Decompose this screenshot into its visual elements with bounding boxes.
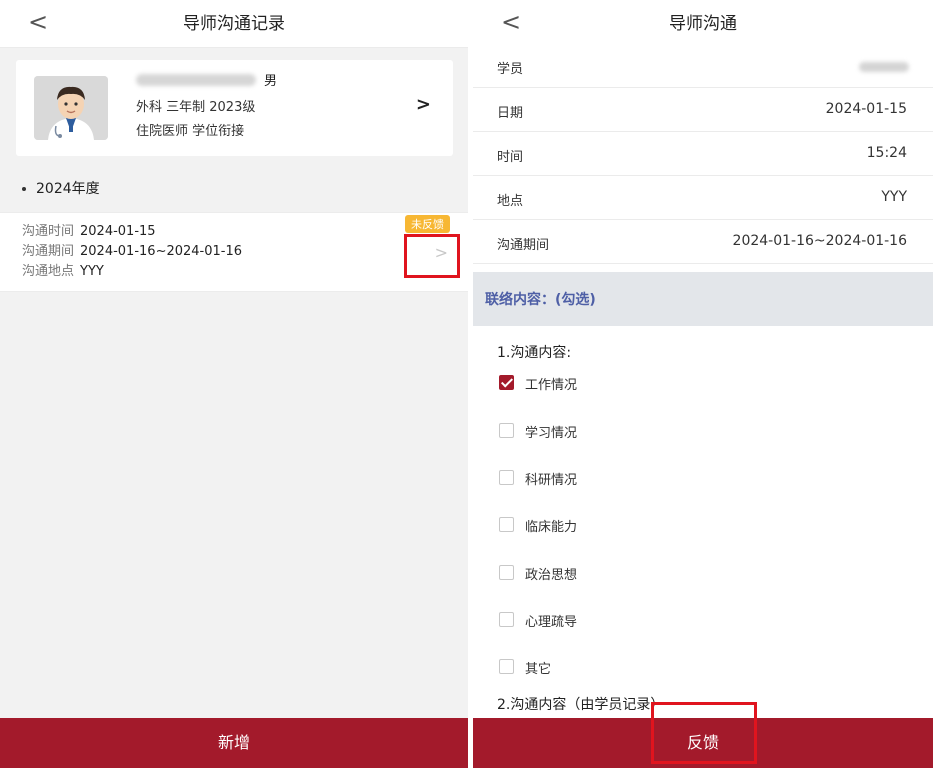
record-list-screen: < 导师沟通记录 男 外科 三年制 2023级 住院医师 学位衔接 > 2024… [0, 0, 468, 768]
option-clinical[interactable]: 临床能力 [499, 514, 799, 536]
checkbox[interactable] [499, 423, 514, 438]
year-group-header: 2024年度 [22, 178, 100, 198]
record-row-place: 沟通地点 YYY [22, 264, 104, 279]
not-feedback-badge: 未反馈 [405, 215, 450, 233]
nav-bar: < 导师沟通记录 [0, 0, 468, 48]
field-student: 学员 [473, 44, 933, 88]
checkbox[interactable] [499, 375, 514, 390]
page-title: 导师沟通记录 [183, 14, 285, 34]
record-row-period: 沟通期间 2024-01-16~2024-01-16 [22, 244, 243, 259]
checkbox[interactable] [499, 612, 514, 627]
student-sex: 男 [264, 74, 278, 89]
field-place: 地点 YYY [473, 176, 933, 220]
option-research[interactable]: 科研情况 [499, 467, 799, 489]
student-name-redacted [859, 62, 909, 72]
chevron-right-icon: > [415, 94, 431, 115]
field-period: 沟通期间 2024-01-16~2024-01-16 [473, 220, 933, 264]
option-psychological[interactable]: 心理疏导 [499, 609, 799, 631]
communication-record-item[interactable]: 沟通时间 2024-01-15 沟通期间 2024-01-16~2024-01-16… [0, 212, 468, 292]
student-name-redacted [136, 74, 256, 86]
student-profile-card[interactable]: 男 外科 三年制 2023级 住院医师 学位衔接 > [16, 60, 453, 156]
option-political[interactable]: 政治思想 [499, 562, 799, 584]
contact-content-section-header: 联络内容：(勾选) [473, 272, 933, 326]
bullet-icon [22, 187, 26, 191]
field-time: 时间 15:24 [473, 132, 933, 176]
page-title: 导师沟通 [669, 14, 737, 34]
question-1-title: 1.沟通内容: [497, 345, 572, 361]
field-date: 日期 2024-01-15 [473, 88, 933, 132]
option-work[interactable]: 工作情况 [499, 372, 799, 394]
nav-bar: < 导师沟通 [473, 0, 933, 48]
question-2-title: 2.沟通内容（由学员记录） [497, 697, 665, 713]
doctor-avatar-icon [34, 76, 108, 140]
year-label: 2024年度 [36, 181, 100, 197]
chevron-right-icon[interactable]: > [435, 243, 448, 262]
communication-detail-screen: < 导师沟通 学员 日期 2024-01-15 时间 15:24 地点 YYY … [473, 0, 933, 768]
checkbox[interactable] [499, 659, 514, 674]
record-row-time: 沟通时间 2024-01-15 [22, 224, 156, 239]
feedback-button[interactable]: 反馈 [473, 718, 933, 768]
checkbox[interactable] [499, 517, 514, 532]
add-button[interactable]: 新增 [0, 718, 468, 768]
option-other[interactable]: 其它 [499, 656, 799, 678]
student-department-info: 外科 三年制 2023级 [136, 100, 256, 115]
checkbox[interactable] [499, 470, 514, 485]
option-study[interactable]: 学习情况 [499, 420, 799, 442]
student-type-info: 住院医师 学位衔接 [136, 124, 245, 139]
checkbox[interactable] [499, 565, 514, 580]
